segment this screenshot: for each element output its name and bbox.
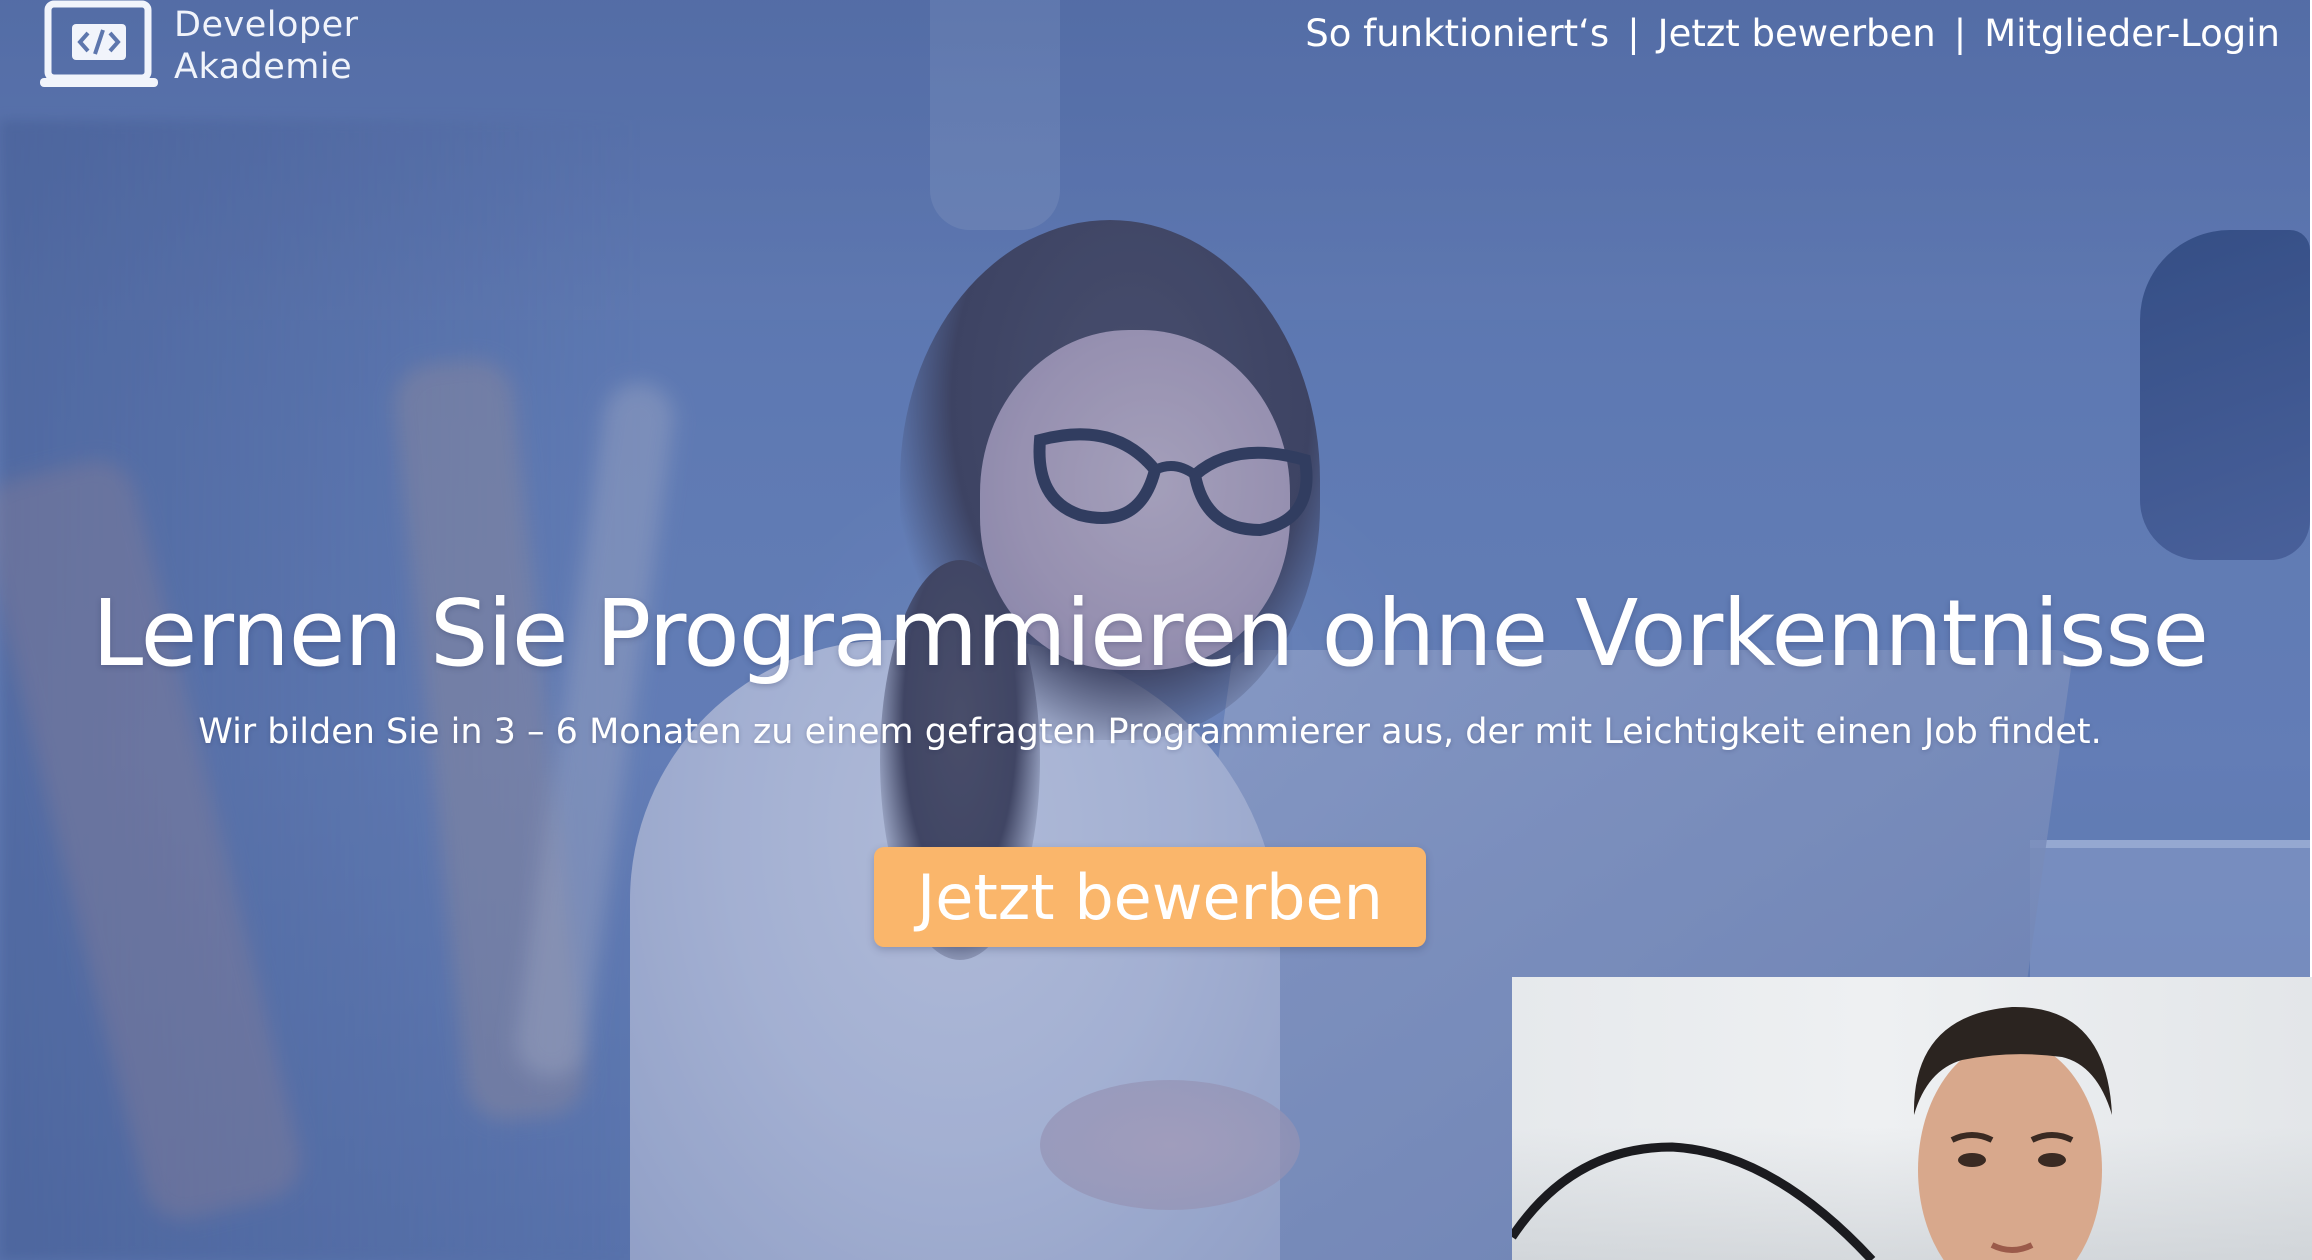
logo-line-1: Developer — [174, 5, 359, 45]
hero-subline: Wir bilden Sie in 3 – 6 Monaten zu einem… — [198, 712, 2102, 752]
hero-headline: Lernen Sie Programmieren ohne Vorkenntni… — [92, 580, 2209, 687]
webcam-overlay — [1512, 977, 2312, 1260]
nav-link-mitglieder-login[interactable]: Mitglieder-Login — [1984, 12, 2280, 55]
presenter-head — [1913, 1006, 2112, 1260]
nav-separator: | — [1953, 12, 1967, 55]
nav-link-jetzt-bewerben[interactable]: Jetzt bewerben — [1658, 12, 1936, 55]
code-laptop-icon — [40, 0, 158, 87]
logo-text: Developer Akademie — [174, 4, 359, 88]
apply-now-button[interactable]: Jetzt bewerben — [874, 847, 1426, 947]
nav-separator: | — [1627, 12, 1640, 55]
site-logo[interactable]: Developer Akademie — [40, 0, 359, 92]
nav-link-so-funktionierts[interactable]: So funktioniert‘s — [1305, 12, 1609, 55]
logo-line-2: Akademie — [174, 47, 353, 87]
top-navigation: So funktioniert‘s | Jetzt bewerben | Mit… — [1305, 12, 2280, 55]
screen: Developer Akademie So funktioniert‘s | J… — [0, 0, 2312, 1260]
